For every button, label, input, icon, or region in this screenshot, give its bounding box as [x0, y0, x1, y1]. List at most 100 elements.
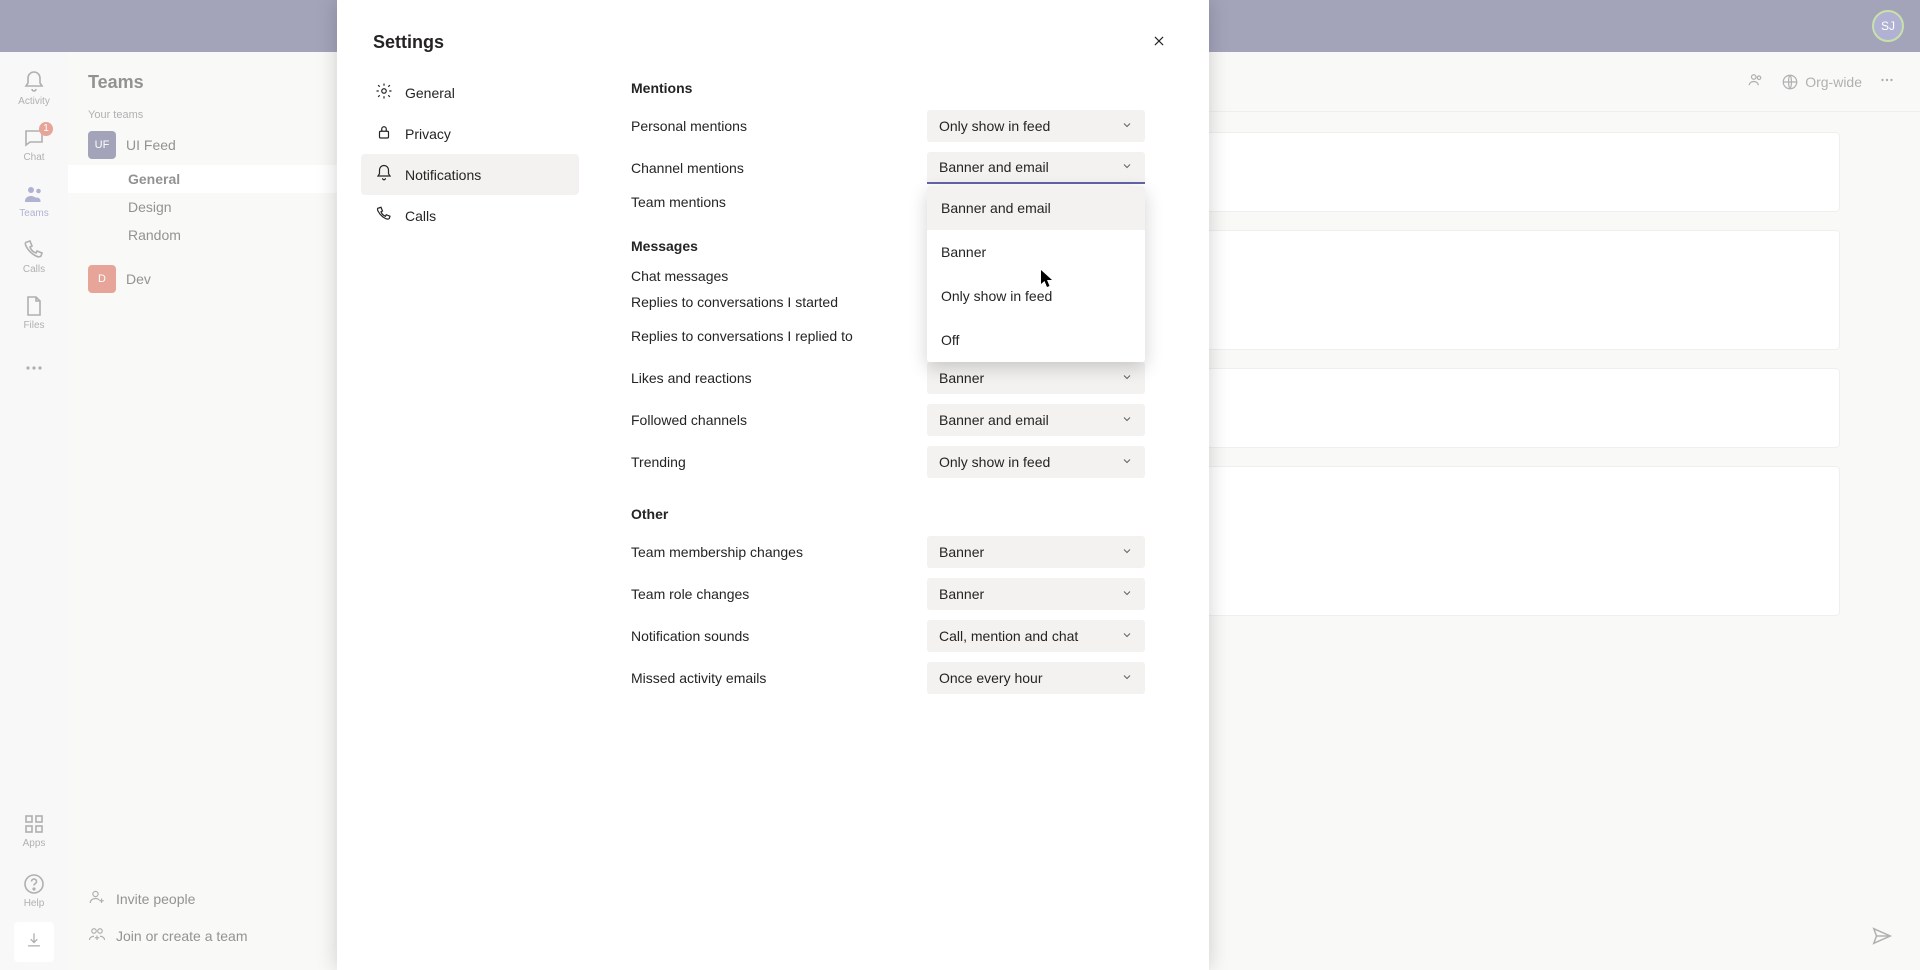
team-row-dev[interactable]: D Dev — [68, 259, 347, 299]
rail-label: Chat — [23, 152, 44, 163]
files-icon — [22, 294, 46, 318]
orgwide-indicator[interactable]: Org-wide — [1781, 73, 1862, 91]
dropdown-followed[interactable]: Banner and email — [927, 404, 1145, 436]
channel-general[interactable]: General — [68, 165, 347, 193]
rail-chat[interactable]: 1 Chat — [0, 116, 68, 172]
channel-design[interactable]: Design — [68, 193, 347, 221]
download-icon — [24, 930, 44, 955]
dropdown-sounds[interactable]: Call, mention and chat — [927, 620, 1145, 652]
label-personal-mentions: Personal mentions — [631, 118, 747, 134]
close-icon — [1152, 32, 1166, 53]
settings-content[interactable]: Mentions Personal mentions Only show in … — [591, 72, 1173, 946]
rail-activity[interactable]: Activity — [0, 60, 68, 116]
dropdown-value: Banner — [939, 586, 984, 602]
rail-label: Activity — [18, 96, 50, 107]
label-membership: Team membership changes — [631, 544, 803, 560]
dropdown-option-banner[interactable]: Banner — [927, 230, 1145, 274]
label-chat-messages: Chat messages — [631, 268, 728, 284]
rail-files[interactable]: Files — [0, 284, 68, 340]
bell-icon — [375, 164, 393, 185]
chevron-down-icon — [1121, 544, 1133, 560]
nav-label: Notifications — [405, 167, 481, 183]
dropdown-missed-emails[interactable]: Once every hour — [927, 662, 1145, 694]
section-other: Other — [631, 506, 1145, 522]
more-icon — [22, 356, 46, 380]
more-icon[interactable] — [1878, 71, 1896, 92]
orgwide-label: Org-wide — [1805, 74, 1862, 90]
dropdown-personal-mentions[interactable]: Only show in feed — [927, 110, 1145, 142]
dropdown-likes[interactable]: Banner — [927, 362, 1145, 394]
nav-label: General — [405, 85, 455, 101]
team-avatar-uf: UF — [88, 131, 116, 159]
label-sounds: Notification sounds — [631, 628, 749, 644]
rail-help[interactable]: Help — [0, 862, 68, 918]
team-avatar-d: D — [88, 265, 116, 293]
chevron-down-icon — [1121, 454, 1133, 470]
send-button[interactable] — [1868, 922, 1896, 950]
rail-more[interactable] — [0, 340, 68, 396]
chevron-down-icon — [1121, 628, 1133, 644]
nav-privacy[interactable]: Privacy — [361, 113, 579, 154]
nav-notifications[interactable]: Notifications — [361, 154, 579, 195]
chevron-down-icon — [1121, 412, 1133, 428]
dropdown-channel-mentions[interactable]: Banner and email — [927, 152, 1145, 184]
gear-icon — [375, 82, 393, 103]
teams-icon — [22, 182, 46, 206]
chat-badge: 1 — [39, 122, 53, 136]
chevron-down-icon — [1121, 159, 1133, 175]
label-team-mentions: Team mentions — [631, 194, 726, 210]
label-replies-replied: Replies to conversations I replied to — [631, 328, 853, 344]
invite-icon — [88, 888, 106, 909]
team-roster-icon[interactable] — [1747, 71, 1765, 92]
rail-apps[interactable]: Apps — [0, 802, 68, 858]
dropdown-value: Once every hour — [939, 670, 1043, 686]
team-row-uf[interactable]: UF UI Feed — [68, 125, 347, 165]
settings-modal: Settings General — [337, 0, 1209, 970]
dropdown-trending[interactable]: Only show in feed — [927, 446, 1145, 478]
dropdown-option-off[interactable]: Off — [927, 318, 1145, 362]
dropdown-menu-channel-mentions: Banner and email Banner Only show in fee… — [927, 186, 1145, 362]
invite-label: Invite people — [116, 891, 195, 907]
join-label: Join or create a team — [116, 928, 248, 944]
dropdown-value: Only show in feed — [939, 454, 1050, 470]
settings-title: Settings — [373, 32, 444, 53]
rail-label: Teams — [19, 208, 48, 219]
bell-icon — [22, 70, 46, 94]
rail-calls[interactable]: Calls — [0, 228, 68, 284]
team-name: UI Feed — [126, 137, 176, 153]
nav-general[interactable]: General — [361, 72, 579, 113]
dropdown-value: Banner and email — [939, 159, 1049, 175]
app-rail: Activity 1 Chat Teams Calls — [0, 52, 68, 970]
phone-icon — [22, 238, 46, 262]
teams-pane-title: Teams — [68, 52, 347, 105]
dropdown-membership[interactable]: Banner — [927, 536, 1145, 568]
avatar[interactable]: SJ — [1872, 10, 1904, 42]
rail-label: Apps — [23, 838, 46, 849]
join-create-team[interactable]: Join or create a team — [68, 917, 347, 954]
dropdown-option-only-show-in-feed[interactable]: Only show in feed — [927, 274, 1145, 318]
label-replies-started: Replies to conversations I started — [631, 294, 838, 310]
rail-label: Files — [23, 320, 44, 331]
dropdown-option-banner-and-email[interactable]: Banner and email — [927, 186, 1145, 230]
teams-section-label: Your teams — [68, 105, 347, 125]
apps-icon — [22, 812, 46, 836]
label-likes: Likes and reactions — [631, 370, 752, 386]
rail-download[interactable] — [14, 922, 54, 962]
nav-label: Privacy — [405, 126, 451, 142]
chevron-down-icon — [1121, 370, 1133, 386]
dropdown-role[interactable]: Banner — [927, 578, 1145, 610]
help-icon — [22, 872, 46, 896]
dropdown-value: Only show in feed — [939, 118, 1050, 134]
label-followed: Followed channels — [631, 412, 747, 428]
phone-icon — [375, 205, 393, 226]
dropdown-value: Banner — [939, 370, 984, 386]
label-trending: Trending — [631, 454, 686, 470]
invite-people[interactable]: Invite people — [68, 880, 347, 917]
dropdown-value: Call, mention and chat — [939, 628, 1078, 644]
label-missed-emails: Missed activity emails — [631, 670, 766, 686]
channel-random[interactable]: Random — [68, 221, 347, 249]
close-button[interactable] — [1145, 28, 1173, 56]
rail-teams[interactable]: Teams — [0, 172, 68, 228]
nav-calls[interactable]: Calls — [361, 195, 579, 236]
chevron-down-icon — [1121, 118, 1133, 134]
